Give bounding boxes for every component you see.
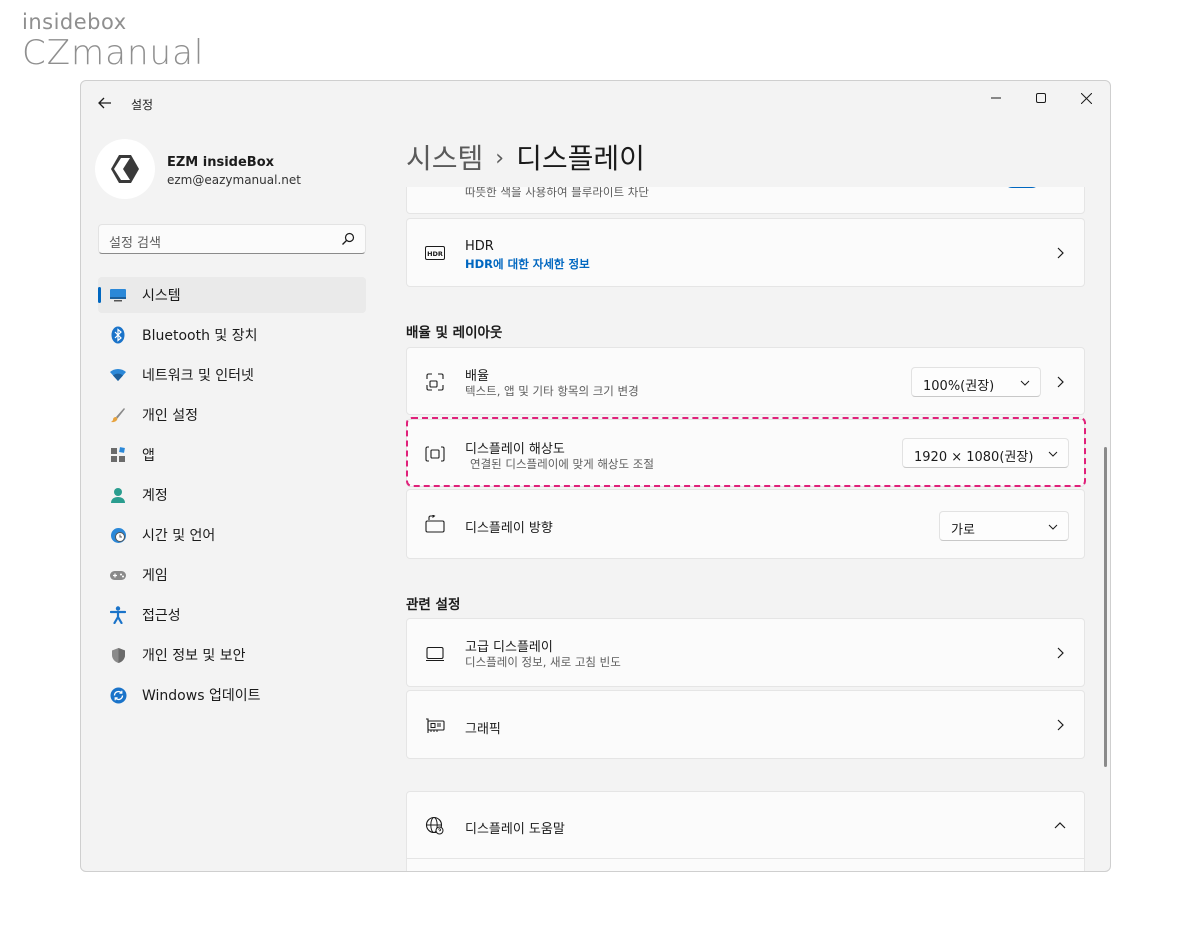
- night-light-card[interactable]: 따뜻한 색을 사용하여 블루라이트 차단: [406, 187, 1085, 214]
- graphics-card[interactable]: 그래픽: [406, 690, 1085, 759]
- chevron-right-icon: [1057, 247, 1064, 259]
- profile-email: ezm@eazymanual.net: [167, 173, 301, 187]
- svg-text:HDR: HDR: [427, 250, 443, 258]
- title-bar: 설정: [81, 81, 1110, 127]
- scale-description: 텍스트, 앱 및 기타 항목의 크기 변경: [465, 384, 639, 398]
- orientation-card[interactable]: 디스플레이 방향 가로: [406, 489, 1085, 559]
- monitor-icon: [425, 644, 445, 664]
- breadcrumb-separator: ›: [495, 146, 505, 171]
- night-light-description: 따뜻한 색을 사용하여 블루라이트 차단: [465, 187, 649, 199]
- advanced-display-card[interactable]: 고급 디스플레이 디스플레이 정보, 새로 고침 빈도: [406, 618, 1085, 687]
- hdr-icon: HDR: [425, 243, 445, 263]
- back-arrow-icon: [98, 97, 111, 109]
- chevron-right-icon: [1057, 647, 1064, 659]
- section-scale-layout: 배율 및 레이아웃: [406, 325, 503, 341]
- watermark-logo: insidebox CZmanual: [22, 10, 204, 72]
- hdr-title: HDR: [465, 239, 494, 254]
- orientation-title: 디스플레이 방향: [465, 521, 553, 536]
- minimize-button[interactable]: [973, 81, 1019, 115]
- chevron-down-icon: [1020, 380, 1030, 386]
- close-icon: [1080, 92, 1092, 104]
- resolution-value: 1920 × 1080(권장): [914, 450, 1034, 465]
- resolution-description: 연결된 디스플레이에 맞게 해상도 조절: [470, 457, 654, 471]
- chevron-down-icon: [1048, 524, 1058, 530]
- orientation-value: 가로: [951, 523, 975, 538]
- help-divider: [407, 858, 1084, 859]
- close-button[interactable]: [1063, 81, 1109, 115]
- orientation-dropdown[interactable]: 가로: [939, 511, 1069, 541]
- graphics-title: 그래픽: [465, 722, 501, 737]
- page-title: 디스플레이: [516, 142, 645, 175]
- chevron-up-icon[interactable]: [1054, 820, 1066, 832]
- content-scrollbar[interactable]: [1104, 447, 1107, 767]
- breadcrumb: 시스템 › 디스플레이: [406, 137, 645, 177]
- resolution-icon: [425, 444, 445, 464]
- orientation-icon: [425, 514, 445, 534]
- resolution-dropdown[interactable]: 1920 × 1080(권장): [902, 438, 1069, 468]
- resolution-title: 디스플레이 해상도: [465, 442, 565, 457]
- watermark-top-text: insidebox: [22, 10, 127, 34]
- back-button[interactable]: [95, 93, 115, 113]
- section-related-settings: 관련 설정: [406, 597, 461, 613]
- chevron-down-icon: [1048, 451, 1058, 457]
- display-help-title: 디스플레이 도움말: [465, 822, 565, 837]
- help-globe-icon: [425, 816, 445, 836]
- minimize-icon: [991, 97, 1001, 99]
- settings-content: 따뜻한 색을 사용하여 블루라이트 차단 HDR HDR HDR에 대한 자세한…: [81, 187, 1110, 871]
- hdr-info-link[interactable]: HDR에 대한 자세한 정보: [465, 256, 590, 272]
- watermark-bottom-text: CZmanual: [22, 33, 205, 73]
- scale-card[interactable]: 배율 텍스트, 앱 및 기타 항목의 크기 변경 100%(권장): [406, 347, 1085, 415]
- night-light-toggle[interactable]: [1004, 187, 1040, 188]
- display-help-card[interactable]: 디스플레이 도움말: [406, 791, 1085, 871]
- scale-dropdown[interactable]: 100%(권장): [911, 367, 1041, 397]
- maximize-button[interactable]: [1018, 81, 1064, 115]
- advanced-display-description: 디스플레이 정보, 새로 고침 빈도: [465, 655, 621, 669]
- chevron-right-icon: [1057, 719, 1064, 731]
- scale-title: 배율: [465, 369, 489, 384]
- app-title: 설정: [131, 98, 154, 112]
- scale-value: 100%(권장): [923, 379, 995, 394]
- settings-window: 설정 EZM insideBox ezm@eazymanual.net 설정 검…: [80, 80, 1111, 872]
- chevron-right-icon: [1057, 376, 1064, 388]
- scale-icon: [425, 372, 445, 392]
- resolution-card[interactable]: 디스플레이 해상도 연결된 디스플레이에 맞게 해상도 조절 1920 × 10…: [406, 419, 1085, 487]
- advanced-display-title: 고급 디스플레이: [465, 640, 553, 655]
- hdr-card[interactable]: HDR HDR HDR에 대한 자세한 정보: [406, 218, 1085, 287]
- breadcrumb-parent[interactable]: 시스템: [406, 142, 483, 175]
- profile-name: EZM insideBox: [167, 155, 275, 170]
- maximize-icon: [1036, 93, 1046, 103]
- avatar-logo-icon: [111, 155, 139, 183]
- graphics-card-icon: [425, 716, 445, 736]
